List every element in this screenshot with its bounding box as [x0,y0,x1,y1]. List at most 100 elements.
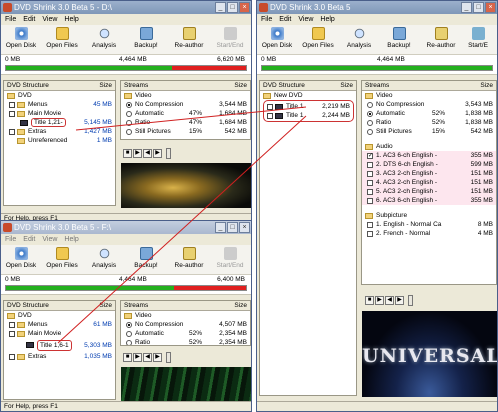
start-end-button[interactable]: Start/E [463,27,493,54]
radio-no-compression[interactable] [126,101,132,108]
audio-checkbox-2[interactable] [367,161,373,168]
expand-icon[interactable] [267,103,273,110]
expand-icon[interactable] [9,128,15,135]
tree-main-movie[interactable]: Main Movie [4,109,115,118]
title-bar[interactable]: DVD Shrink 3.0 Beta 5 _ □ × [257,1,497,14]
tree-new-dvd[interactable]: New DVD [260,91,356,100]
subpicture-1[interactable]: 1. English - Normal Ca 8 MB [362,220,496,229]
expand-icon[interactable] [9,101,15,108]
tree-extras[interactable]: Extras 1,427 MB [4,127,115,136]
radio-automatic[interactable] [367,110,373,117]
radio-still-pictures[interactable] [367,128,373,135]
prev-button[interactable]: ◀ [143,149,152,158]
menu-file[interactable]: File [5,234,16,245]
open-disk-button[interactable]: Open Disk [1,27,41,54]
seek-slider[interactable] [408,295,413,306]
audio-track-6[interactable]: 6. AC3 6-ch English -355 MB [362,196,496,205]
tree-title-1-a[interactable]: Title 1 2,219 MB [264,102,353,111]
tree-menus[interactable]: Menus 61 MB [4,320,115,329]
menu-view[interactable]: View [298,14,313,25]
tree-extras[interactable]: Extras 1,035 MB [4,352,115,361]
radio-automatic[interactable] [126,110,132,117]
option-automatic[interactable]: Automatic 52% 2,354 MB [121,329,250,338]
radio-automatic[interactable] [126,330,132,337]
menu-edit[interactable]: Edit [279,14,291,25]
prev-button[interactable]: ◀ [385,296,394,305]
start-end-button[interactable]: Start/End [211,27,249,54]
menu-view[interactable]: View [42,234,57,245]
option-no-compression[interactable]: No Compression 4,507 MB [121,320,250,329]
radio-still-pictures[interactable] [126,128,132,135]
menu-help[interactable]: Help [64,14,78,25]
title-bar[interactable]: DVD Shrink 3.0 Beta 5 - D:\ _ □ × [1,1,251,14]
open-disk-button[interactable]: Open Disk [1,247,41,274]
audio-checkbox-1[interactable]: ✓ [367,152,373,159]
radio-no-compression[interactable] [126,321,132,328]
close-button[interactable]: × [239,2,250,13]
maximize-button[interactable]: □ [227,2,238,13]
audio-track-5[interactable]: 5. AC3 2-ch English -151 MB [362,187,496,196]
backup-button[interactable]: Backup! [125,27,167,54]
stop-button[interactable]: ■ [123,149,132,158]
minimize-button[interactable]: _ [215,2,226,13]
seek-slider[interactable] [166,148,171,159]
option-still-pictures[interactable]: Still Pictures 15% 542 MB [121,127,250,136]
minimize-button[interactable]: _ [215,222,226,233]
tree-dvd[interactable]: DVD [4,91,115,100]
audio-track-4[interactable]: 4. AC3 2-ch English -151 MB [362,178,496,187]
option-ratio[interactable]: Ratio 47% 1,684 MB [121,118,250,127]
close-button[interactable]: × [239,222,250,233]
play-button[interactable]: ▶ [133,149,142,158]
next-button[interactable]: ▶ [153,353,162,362]
collapse-icon[interactable] [9,110,15,117]
open-files-button[interactable]: Open Files [41,27,83,54]
expand-icon[interactable] [267,112,273,119]
backup-button[interactable]: Backup! [379,27,419,54]
option-automatic[interactable]: Automatic 52% 1,838 MB [362,109,496,118]
tree-title-1-21[interactable]: Title 1,21- 5,145 MB [4,118,115,127]
play-button[interactable]: ▶ [133,353,142,362]
menu-help[interactable]: Help [64,234,78,245]
next-button[interactable]: ▶ [153,149,162,158]
option-no-compression[interactable]: No Compression 3,544 MB [121,100,250,109]
analysis-button[interactable]: Analysis [339,27,379,54]
option-ratio[interactable]: Ratio 52% 2,354 MB [121,338,250,345]
radio-ratio[interactable] [367,119,373,126]
close-button[interactable]: × [485,2,496,13]
tree-title-1-b[interactable]: Title 1 2,244 MB [264,111,353,120]
menu-edit[interactable]: Edit [23,14,35,25]
stop-button[interactable]: ■ [365,296,374,305]
subpicture-2[interactable]: 2. French - Normal 4 MB [362,229,496,238]
expand-icon[interactable] [9,321,15,328]
tree-menus[interactable]: Menus 45 MB [4,100,115,109]
open-files-button[interactable]: Open Files [41,247,83,274]
start-end-button[interactable]: Start/End [211,247,249,274]
audio-checkbox-3[interactable] [367,170,373,177]
option-no-compression[interactable]: No Compression 3,543 MB [362,100,496,109]
audio-track-1[interactable]: ✓ 1. AC3 6-ch English -355 MB [362,151,496,160]
tree-main-movie[interactable]: Main Movie [4,329,115,338]
next-button[interactable]: ▶ [395,296,404,305]
seek-slider[interactable] [166,352,171,363]
collapse-icon[interactable] [9,330,15,337]
open-disk-button[interactable]: Open Disk [257,27,297,54]
audio-checkbox-6[interactable] [367,197,373,204]
subpicture-checkbox-1[interactable] [367,221,373,228]
radio-ratio[interactable] [126,119,132,126]
play-button[interactable]: ▶ [375,296,384,305]
re-author-button[interactable]: Re-author [167,27,211,54]
stop-button[interactable]: ■ [123,353,132,362]
open-files-button[interactable]: Open Files [297,27,339,54]
re-author-button[interactable]: Re-author [167,247,211,274]
prev-button[interactable]: ◀ [143,353,152,362]
tree-title-1-6[interactable]: Title 1,6-1 5,303 MB [4,338,115,352]
maximize-button[interactable]: □ [227,222,238,233]
option-automatic[interactable]: Automatic 47% 1,684 MB [121,109,250,118]
menu-file[interactable]: File [5,14,16,25]
audio-track-3[interactable]: 3. AC3 2-ch English -151 MB [362,169,496,178]
menu-file[interactable]: File [261,14,272,25]
option-ratio[interactable]: Ratio 52% 1,838 MB [362,118,496,127]
analysis-button[interactable]: Analysis [83,27,125,54]
maximize-button[interactable]: □ [473,2,484,13]
radio-ratio[interactable] [126,339,132,345]
